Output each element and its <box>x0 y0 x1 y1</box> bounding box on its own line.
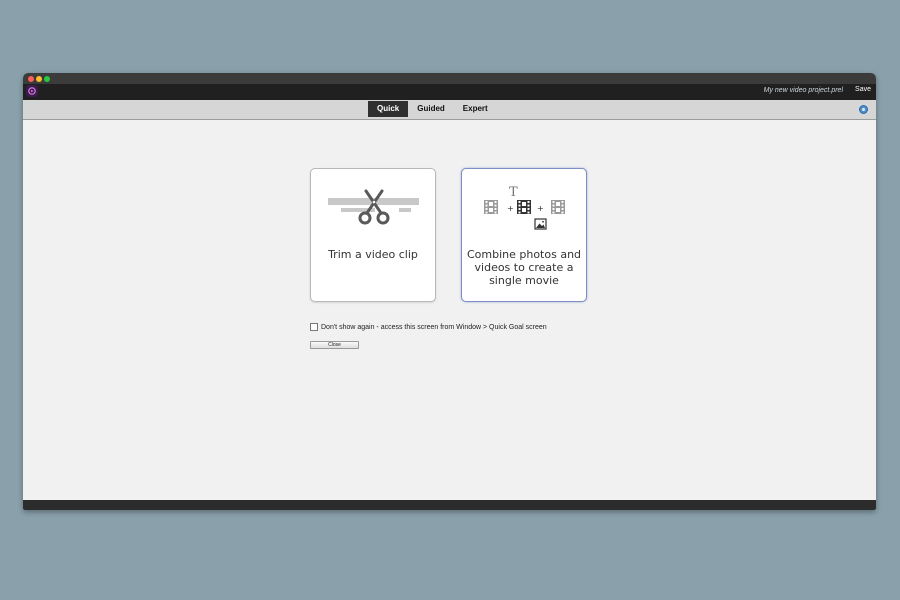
mode-tabs: Quick Guided Expert <box>368 101 497 117</box>
window-titlebar[interactable] <box>23 73 876 84</box>
save-button[interactable]: Save <box>855 86 871 93</box>
scissors-icon <box>328 189 419 225</box>
dont-show-label: Don't show again - access this screen fr… <box>321 323 547 331</box>
window-maximize-icon[interactable] <box>44 76 50 82</box>
app-header: My new video project.prel Save <box>23 84 876 100</box>
tab-quick[interactable]: Quick <box>368 101 409 117</box>
tab-expert[interactable]: Expert <box>454 101 497 117</box>
window-minimize-icon[interactable] <box>36 76 42 82</box>
combine-media-card[interactable]: T + + Combine photos and videos to creat… <box>461 168 587 302</box>
trim-video-card[interactable]: Trim a video clip <box>310 168 436 302</box>
svg-text:+: + <box>507 204 514 213</box>
help-icon[interactable] <box>859 105 868 114</box>
app-logo-icon[interactable] <box>26 85 38 97</box>
app-window: My new video project.prel Save Quick Gui… <box>23 73 876 510</box>
status-bar <box>23 500 876 510</box>
dont-show-checkbox[interactable] <box>310 323 318 331</box>
window-close-icon[interactable] <box>28 76 34 82</box>
trim-card-label: Trim a video clip <box>328 248 418 261</box>
dont-show-again: Don't show again - access this screen fr… <box>310 323 547 331</box>
combine-card-label: Combine photos and videos to create a si… <box>466 248 582 287</box>
mode-bar: Quick Guided Expert <box>23 100 876 120</box>
combine-media-icon: T + + <box>484 185 565 230</box>
svg-text:T: T <box>509 185 518 200</box>
close-button[interactable]: Close <box>310 341 359 349</box>
svg-text:+: + <box>537 204 544 213</box>
tab-guided[interactable]: Guided <box>408 101 454 117</box>
project-title: My new video project.prel <box>763 87 843 94</box>
